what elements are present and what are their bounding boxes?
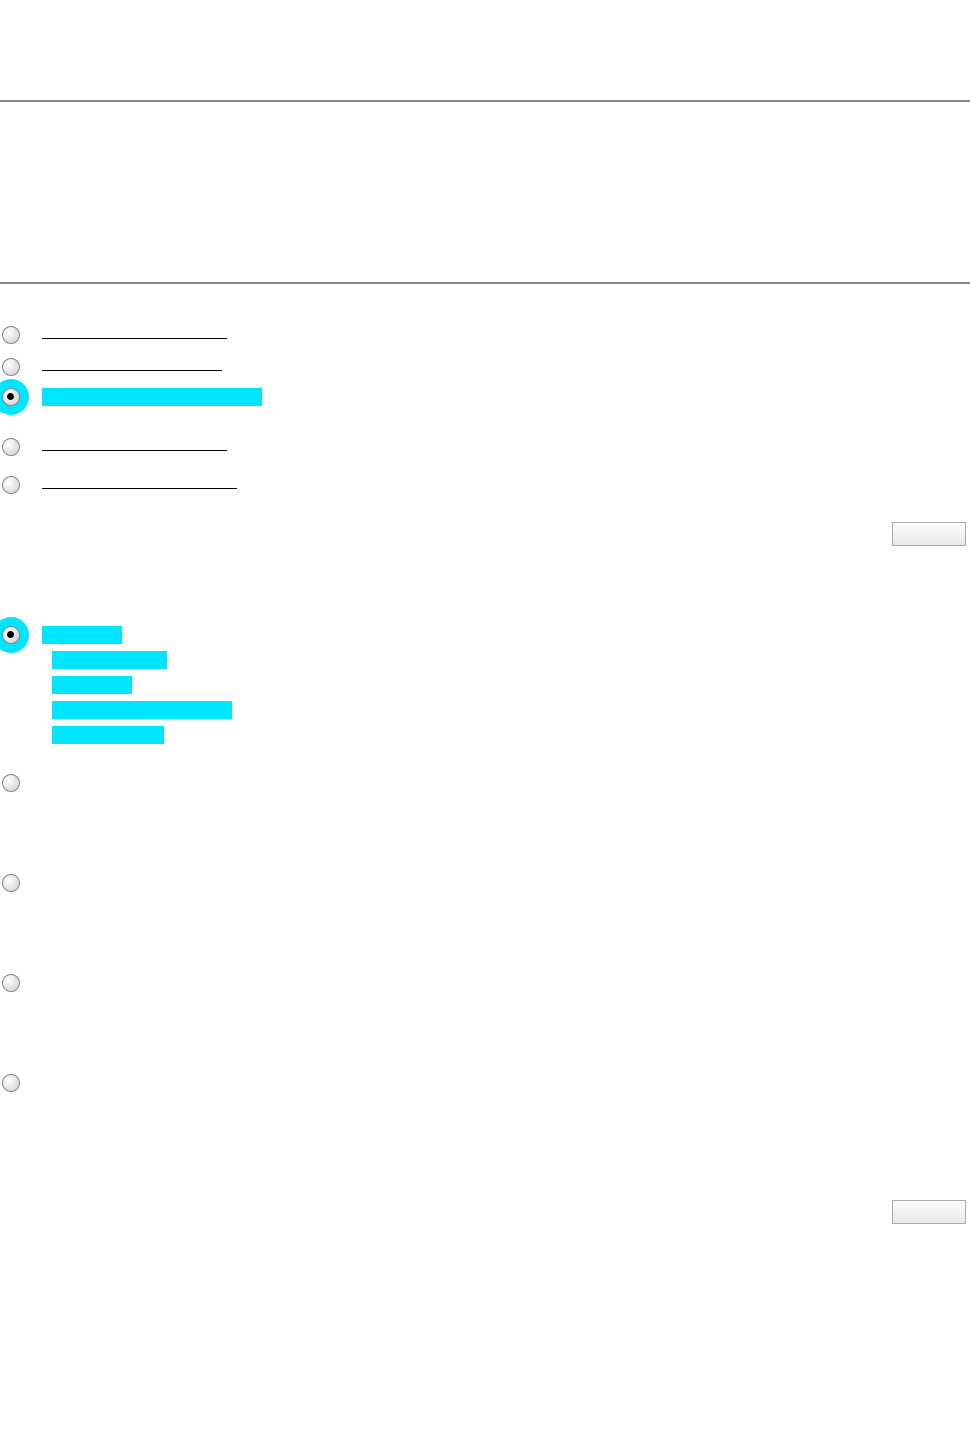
radio-icon [2, 974, 20, 992]
q1-option-1[interactable] [2, 319, 970, 339]
radio-icon [2, 774, 20, 792]
vote-button[interactable] [892, 522, 966, 546]
q1-option-5-label [42, 471, 237, 489]
section-divider-2 [0, 282, 970, 284]
q1-option-5[interactable] [2, 469, 970, 489]
q1-option-2-label [42, 353, 222, 371]
q2-option-3[interactable] [2, 867, 970, 947]
q2-option-1[interactable] [2, 619, 970, 751]
q2-option-1-label [52, 626, 232, 751]
q1-option-2[interactable] [2, 351, 970, 371]
q2-option-5[interactable] [2, 1067, 970, 1167]
radio-icon [2, 438, 20, 456]
question-1 [0, 319, 970, 546]
radio-icon [2, 874, 20, 892]
vote-button[interactable] [892, 1200, 966, 1224]
q1-option-1-label [42, 321, 227, 339]
q2-option-2[interactable] [2, 767, 970, 847]
q2-option-4[interactable] [2, 967, 970, 1047]
q1-option-3-label [52, 388, 262, 406]
radio-icon [2, 358, 20, 376]
q1-option-4-label [42, 433, 227, 451]
radio-icon [2, 1074, 20, 1092]
q1-option-4[interactable] [2, 431, 970, 451]
q1-option-3[interactable] [2, 381, 970, 417]
radio-icon [2, 476, 20, 494]
question-2 [0, 619, 970, 1224]
radio-icon [2, 326, 20, 344]
radio-checked-icon [2, 626, 20, 644]
radio-checked-icon [2, 388, 20, 406]
